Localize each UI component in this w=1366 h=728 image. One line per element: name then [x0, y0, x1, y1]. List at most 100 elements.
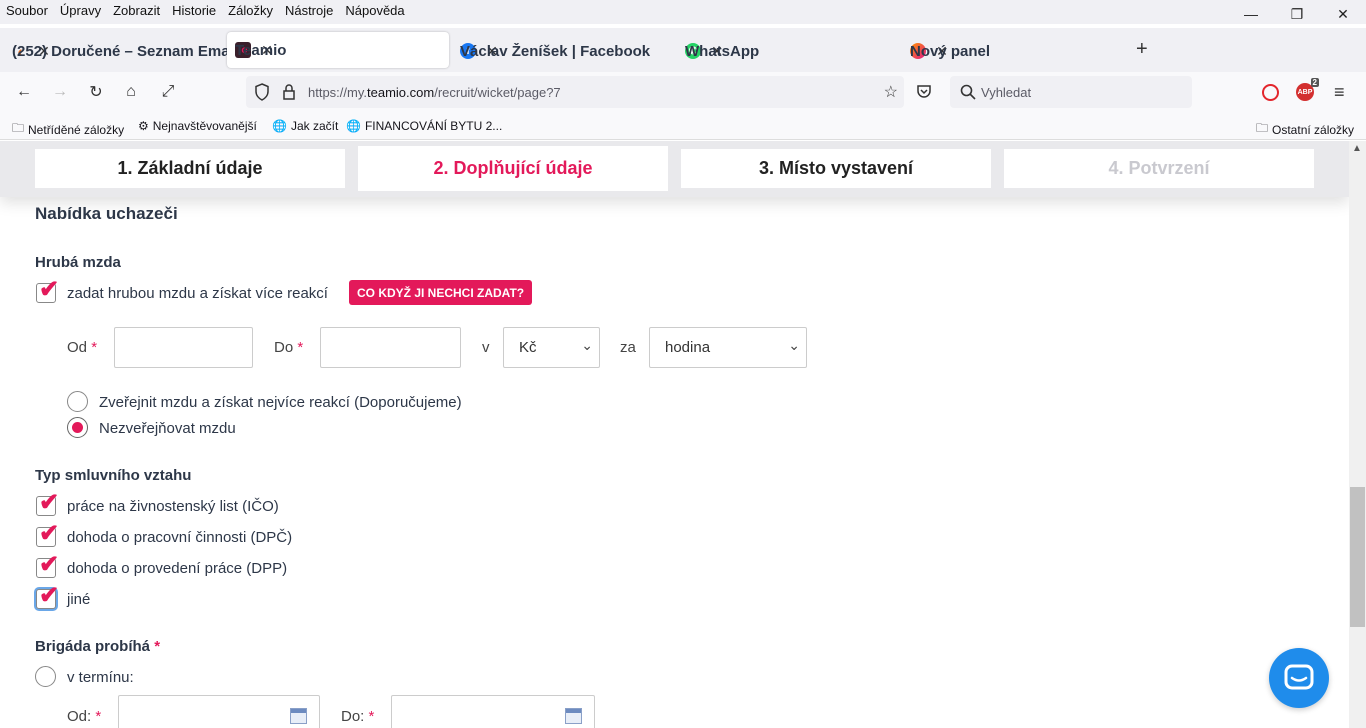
brigade-term-label[interactable]: v termínu: — [67, 669, 134, 686]
salary-checkbox-label[interactable]: zadat hrubou mzdu a získat více reakcí — [67, 285, 328, 302]
tab-teamio[interactable]: io Teamio ✕ — [227, 32, 449, 68]
minimize-icon[interactable]: — — [1228, 0, 1274, 28]
calendar-icon[interactable] — [290, 708, 307, 724]
from-label: Od * — [67, 339, 97, 356]
step-4: 4. Potvrzení — [1004, 149, 1314, 188]
home-icon[interactable]: ⌂ — [119, 80, 143, 104]
tab-bar: ‹ (252) Doručené – Seznam Email ✕ io Tea… — [0, 28, 1366, 72]
window-controls: — ❐ ✕ — [1228, 0, 1366, 28]
brigade-from-date-input[interactable] — [118, 695, 320, 728]
bookmark-financovani[interactable]: 🌐 FINANCOVÁNÍ BYTU 2... — [346, 119, 502, 133]
bookmark-label: Nejnavštěvovanější — [152, 119, 257, 133]
radio-publish-salary[interactable] — [67, 391, 88, 412]
url-text[interactable]: https://my.teamio.com/recruit/wicket/pag… — [308, 85, 561, 100]
salary-from-input[interactable] — [114, 327, 253, 368]
required-mark: * — [297, 339, 304, 356]
to-label-text: Do — [274, 339, 294, 356]
tab-new[interactable]: Nový panel ✕ — [902, 36, 1122, 66]
required-mark: * — [95, 708, 102, 725]
fullscreen-icon[interactable]: ⤢ — [156, 80, 180, 104]
salary-to-input[interactable] — [320, 327, 461, 368]
tab-label: Václav Ženíšek | Facebook — [460, 42, 651, 60]
globe-icon: 🌐 — [346, 119, 361, 133]
search-bar[interactable]: Vyhledat — [950, 76, 1192, 108]
chat-widget-button[interactable] — [1269, 648, 1329, 708]
to-label: Do * — [274, 339, 303, 356]
why-not-salary-button[interactable]: CO KDYŽ JI NECHCI ZADAT? — [349, 280, 533, 305]
contract-label-dpp[interactable]: dohoda o provedení práce (DPP) — [67, 560, 287, 577]
period-value: hodina — [665, 339, 711, 356]
contract-label-ico[interactable]: práce na živnostenský list (IČO) — [67, 498, 279, 515]
contract-heading: Typ smluvního vztahu — [35, 467, 192, 484]
bookmark-star-icon[interactable]: ☆ — [884, 82, 898, 102]
contract-checkbox-other[interactable]: ✔ — [36, 584, 59, 609]
brigade-heading: Brigáda probíhá * — [35, 638, 160, 655]
scroll-up-icon[interactable]: ▲ — [1352, 143, 1362, 154]
brigade-to-date-input[interactable] — [391, 695, 595, 728]
radio-hide-salary[interactable] — [67, 417, 88, 438]
bookmark-ostatni[interactable]: 🗀 Ostatní záložky — [1256, 119, 1354, 140]
tab-facebook[interactable]: f Václav Ženíšek | Facebook ✕ — [452, 36, 672, 66]
tab-label: (252) Doručené – Seznam Email — [12, 42, 238, 60]
currency-select[interactable]: Kč ⌄ — [503, 327, 600, 368]
close-window-icon[interactable]: ✕ — [1320, 0, 1366, 28]
step-2[interactable]: 2. Doplňující údaje — [358, 146, 668, 191]
back-icon[interactable]: ← — [12, 80, 36, 104]
period-select[interactable]: hodina ⌄ — [649, 327, 807, 368]
contract-checkbox-dpc[interactable]: ✔ — [36, 522, 59, 547]
check-icon: ✔ — [39, 276, 60, 303]
currency-in-label: v — [482, 339, 490, 356]
menu-nastroje[interactable]: Nástroje — [285, 3, 333, 18]
bookmark-label: Netříděné záložky — [28, 122, 125, 137]
menu-zalozky[interactable]: Záložky — [228, 3, 273, 18]
url-domain: teamio.com — [367, 85, 435, 100]
steps-bar: 1. Základní údaje 2. Doplňující údaje 3.… — [0, 141, 1349, 197]
menu-napoveda[interactable]: Nápověda — [345, 3, 404, 18]
bookmark-netridene[interactable]: 🗀 Netříděné záložky — [12, 119, 124, 140]
brigade-from-label: Od: * — [67, 708, 101, 725]
radio-dot — [72, 422, 83, 433]
salary-checkbox[interactable]: ✔ — [36, 278, 59, 303]
calendar-icon[interactable] — [565, 708, 582, 724]
page-scrollbar[interactable]: ▲ — [1349, 141, 1366, 728]
bookmark-label: Ostatní záložky — [1272, 122, 1355, 137]
required-mark: * — [91, 339, 98, 356]
restore-icon[interactable]: ❐ — [1274, 0, 1320, 28]
pocket-icon[interactable] — [916, 84, 932, 100]
tab-seznam[interactable]: ‹ (252) Doručené – Seznam Email ✕ — [4, 36, 238, 66]
radio-publish-label[interactable]: Zveřejnit mzdu a získat nejvíce reakcí (… — [99, 394, 462, 411]
forward-icon[interactable]: → — [48, 80, 72, 104]
new-tab-icon[interactable]: + — [1136, 38, 1148, 61]
step-1[interactable]: 1. Základní údaje — [35, 149, 345, 188]
menu-zobrazit[interactable]: Zobrazit — [113, 3, 160, 18]
shield-icon[interactable] — [254, 83, 270, 101]
bookmarks-bar: 🗀 Netříděné záložky ⚙ Nejnavštěvovanější 🌐… — [0, 112, 1366, 140]
bookmark-label: FINANCOVÁNÍ BYTU 2... — [364, 119, 503, 133]
bookmark-jak-zacit[interactable]: 🌐 Jak začít — [272, 119, 338, 133]
contract-label-other[interactable]: jiné — [67, 591, 90, 608]
check-icon: ✔ — [39, 551, 60, 578]
contract-checkbox-dpp[interactable]: ✔ — [36, 553, 59, 578]
opera-extension-icon[interactable] — [1262, 84, 1279, 101]
step-3[interactable]: 3. Místo vystavení — [681, 149, 991, 188]
contract-checkbox-ico[interactable]: ✔ — [36, 491, 59, 516]
bookmark-nejnavstevovanejsi[interactable]: ⚙ Nejnavštěvovanější — [138, 119, 257, 133]
page-content: 1. Základní údaje 2. Doplňující údaje 3.… — [0, 141, 1349, 728]
scroll-thumb[interactable] — [1350, 487, 1365, 627]
brigade-from-text: Od: — [67, 708, 92, 725]
radio-brigade-term[interactable] — [35, 666, 56, 687]
adblock-extension-icon[interactable]: ABP 2 — [1296, 78, 1319, 101]
url-prefix: https://my. — [308, 85, 367, 100]
menu-hamburger-icon[interactable]: ≡ — [1334, 82, 1345, 103]
menu-historie[interactable]: Historie — [172, 3, 216, 18]
url-bar[interactable]: https://my.teamio.com/recruit/wicket/pag… — [246, 76, 904, 108]
reload-icon[interactable]: ↻ — [84, 80, 108, 104]
lock-icon[interactable] — [282, 83, 296, 101]
menu-upravy[interactable]: Úpravy — [60, 3, 101, 18]
tab-whatsapp[interactable]: ✆ WhatsApp ✕ — [677, 36, 897, 66]
contract-label-dpc[interactable]: dohoda o pracovní činnosti (DPČ) — [67, 529, 292, 546]
section-title: Nabídka uchazeči — [35, 204, 178, 223]
brigade-to-text: Do: — [341, 708, 365, 725]
menu-soubor[interactable]: Soubor — [6, 3, 48, 18]
radio-hide-label[interactable]: Nezveřejňovat mzdu — [99, 420, 236, 437]
